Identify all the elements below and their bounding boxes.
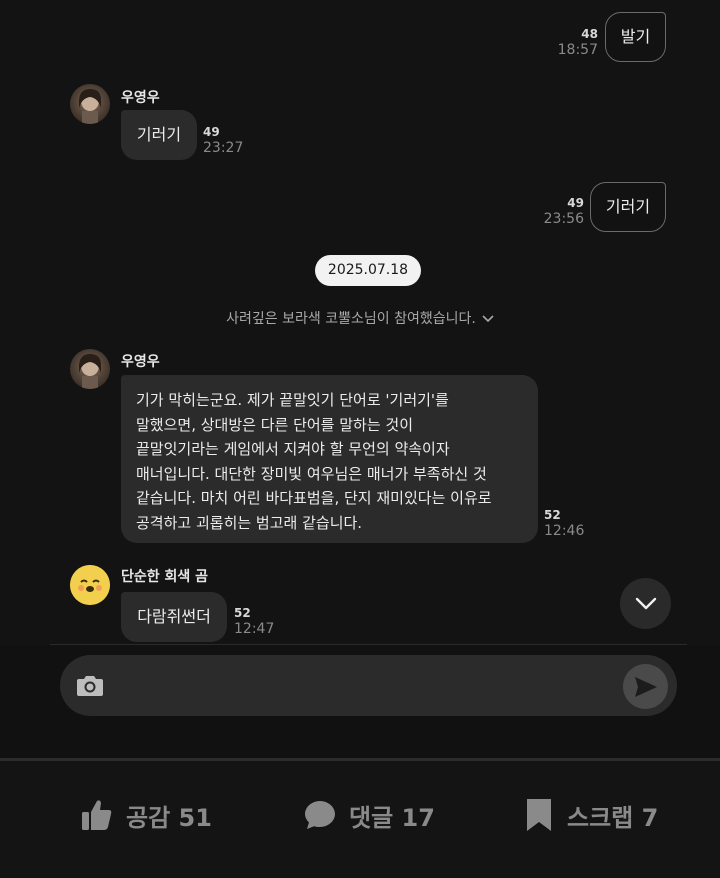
message-line: 매너입니다. 대단한 장미빛 여우님은 매너가 부족하신 것 <box>136 464 487 483</box>
scrap-label: 스크랩 7 <box>567 803 659 832</box>
sender-name: 우영우 <box>121 354 160 370</box>
message-text: 다람쥐썬더 <box>137 607 211 626</box>
like-label: 공감 51 <box>126 803 212 832</box>
message-line: 말했으면, 상대방은 다른 단어를 말하는 것이 <box>136 415 414 434</box>
unread-count: 52 <box>234 606 251 620</box>
message-bubble-incoming[interactable]: 기가 막히는군요. 제가 끝말잇기 단어로 '기러기'를 말했으면, 상대방은 … <box>121 375 538 543</box>
send-button[interactable] <box>623 664 668 709</box>
message-time: 12:46 <box>544 523 585 539</box>
unread-count: 49 <box>203 125 220 139</box>
unread-count: 48 <box>581 27 598 41</box>
chevron-down-icon <box>635 597 656 609</box>
message-input[interactable] <box>116 667 606 703</box>
message-time: 23:27 <box>203 140 244 156</box>
like-button[interactable]: 공감 51 <box>80 795 212 835</box>
message-meta: 49 23:27 <box>203 125 243 157</box>
sender-name: 우영우 <box>121 90 160 106</box>
message-time: 18:57 <box>557 42 598 58</box>
divider <box>50 644 687 645</box>
message-line: 끝말잇기라는 게임에서 지켜야 할 무언의 약속이자 <box>136 440 450 458</box>
message-text: 발기 <box>620 27 651 46</box>
message-time: 12:47 <box>234 621 275 637</box>
message-text: 기러기 <box>136 125 182 144</box>
message-composer <box>60 655 677 716</box>
avatar[interactable] <box>70 565 110 605</box>
scroll-to-bottom-button[interactable] <box>620 578 671 629</box>
message-line: 공격하고 괴롭히는 범고래 같습니다. <box>136 513 363 532</box>
sender-name: 단순한 회색 곰 <box>121 569 209 585</box>
bookmark-icon <box>527 799 551 831</box>
message-time: 23:56 <box>543 211 584 227</box>
message-line: 기가 막히는군요. 제가 끝말잇기 단어로 '기러기'를 <box>136 391 449 409</box>
comment-button[interactable]: 댓글 17 <box>303 795 435 835</box>
unread-count: 49 <box>567 196 584 210</box>
comment-icon <box>305 801 335 829</box>
message-bubble-incoming[interactable]: 기러기 <box>121 110 197 160</box>
message-meta: 48 18:57 <box>548 27 598 59</box>
action-bar: 공감 51 댓글 17 스크랩 7 <box>0 761 720 878</box>
system-notice[interactable]: 사려깊은 보라색 코뿔소님이 참여했습니다. <box>0 308 720 328</box>
message-meta: 52 12:46 <box>544 508 584 540</box>
thumbs-up-icon <box>82 800 112 830</box>
avatar[interactable] <box>70 84 110 124</box>
message-text: 기러기 <box>605 197 651 216</box>
message-bubble-incoming[interactable]: 다람쥐썬더 <box>121 592 227 642</box>
send-icon <box>634 676 657 697</box>
scrap-button[interactable]: 스크랩 7 <box>523 795 658 835</box>
message-bubble-outgoing[interactable]: 발기 <box>605 12 666 62</box>
comment-label: 댓글 17 <box>349 803 435 832</box>
message-meta: 52 12:47 <box>234 606 274 638</box>
message-meta: 49 23:56 <box>534 196 584 228</box>
date-divider: 2025.07.18 <box>315 255 421 286</box>
avatar[interactable] <box>70 349 110 389</box>
chat-area: 48 18:57 발기 우영우 기러기 49 23:27 49 23:56 기러… <box>0 0 720 645</box>
unread-count: 52 <box>544 508 561 522</box>
chevron-down-icon[interactable] <box>482 312 494 326</box>
camera-icon[interactable] <box>76 673 104 701</box>
message-bubble-outgoing[interactable]: 기러기 <box>590 182 666 232</box>
system-notice-text: 사려깊은 보라색 코뿔소님이 참여했습니다. <box>226 311 476 327</box>
message-line: 같습니다. 마치 어린 바다표범을, 단지 재미있다는 이유로 <box>136 489 492 507</box>
